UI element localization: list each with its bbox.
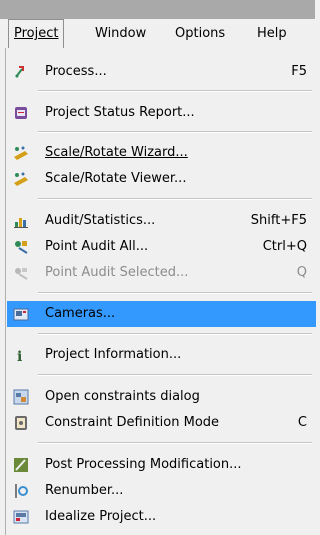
menu-item-label: Constraint Definition Mode (45, 415, 220, 430)
post-processing-icon (13, 457, 29, 473)
separator (38, 131, 312, 133)
shortcut-label: C (297, 415, 307, 430)
menu-item-audit-statistics[interactable]: Audit/Statistics... Shift+F5 (7, 208, 316, 234)
menu-item-renumber[interactable]: Renumber... (7, 478, 316, 504)
menu-item-idealize-project[interactable]: Idealize Project... (7, 504, 316, 530)
menu-item-constraint-definition-mode[interactable]: Constraint Definition Mode C (7, 410, 316, 436)
constraint-mode-icon (13, 415, 29, 431)
constraints-icon (13, 389, 29, 405)
info-icon: i (13, 347, 29, 365)
menu-item-post-processing-modification[interactable]: Post Processing Modification... (7, 452, 316, 478)
menu-item-project-status-report[interactable]: Project Status Report... (7, 100, 316, 126)
separator (38, 292, 312, 294)
camera-icon (13, 306, 29, 322)
menu-item-open-constraints-dialog[interactable]: Open constraints dialog (7, 384, 316, 410)
menu-item-cameras[interactable]: Cameras... (7, 301, 316, 327)
shortcut-label: F5 (291, 64, 307, 79)
point-audit-icon (13, 239, 29, 255)
menu-help[interactable]: Help (252, 19, 292, 48)
menu-item-label: Post Processing Modification... (45, 457, 242, 472)
menu-item-label: Scale/Rotate Viewer... (45, 171, 187, 186)
separator (38, 333, 312, 335)
menu-item-project-information[interactable]: i Project Information... (7, 342, 316, 368)
menu-project[interactable]: Project (8, 19, 65, 49)
menu-item-label: Project Information... (45, 347, 182, 362)
process-icon (13, 64, 29, 80)
report-icon (13, 105, 29, 121)
separator (38, 90, 312, 92)
project-menu-dropdown: Process... F5 Project Status Report... S… (5, 48, 316, 535)
shortcut-label: Q (296, 265, 307, 280)
separator (38, 198, 312, 200)
scale-wizard-icon (13, 145, 29, 161)
menu-item-label: Idealize Project... (45, 509, 157, 524)
svg-text:i: i (17, 349, 22, 363)
menu-item-label: Point Audit All... (45, 239, 149, 254)
point-audit-selected-icon (13, 265, 29, 281)
menu-item-label: Process... (45, 64, 107, 79)
menu-item-label: Cameras... (45, 306, 116, 321)
menu-item-scale-rotate-viewer[interactable]: Scale/Rotate Viewer... (7, 166, 316, 192)
menu-item-label: Scale/Rotate Wizard... (45, 145, 188, 160)
menubar: Project Window Options Help (0, 19, 315, 49)
shortcut-label: Ctrl+Q (262, 239, 307, 254)
audit-icon (13, 213, 29, 229)
renumber-icon (13, 483, 29, 499)
menu-window[interactable]: Window (90, 19, 151, 48)
menu-item-process[interactable]: Process... F5 (7, 59, 316, 85)
separator (38, 374, 312, 376)
idealize-icon (13, 509, 29, 525)
title-strip (0, 0, 315, 19)
shortcut-label: Shift+F5 (250, 213, 307, 228)
menu-item-label: Open constraints dialog (45, 389, 200, 404)
scale-viewer-icon (13, 171, 29, 187)
menu-item-label: Renumber... (45, 483, 124, 498)
menu-item-label: Audit/Statistics... (45, 213, 156, 228)
menu-item-label: Point Audit Selected... (45, 265, 189, 280)
menu-item-label: Project Status Report... (45, 105, 195, 120)
menu-item-point-audit-selected: Point Audit Selected... Q (7, 260, 316, 286)
separator (38, 442, 312, 444)
menu-options[interactable]: Options (170, 19, 230, 48)
menu-item-point-audit-all[interactable]: Point Audit All... Ctrl+Q (7, 234, 316, 260)
menu-item-scale-rotate-wizard[interactable]: Scale/Rotate Wizard... (7, 140, 316, 166)
